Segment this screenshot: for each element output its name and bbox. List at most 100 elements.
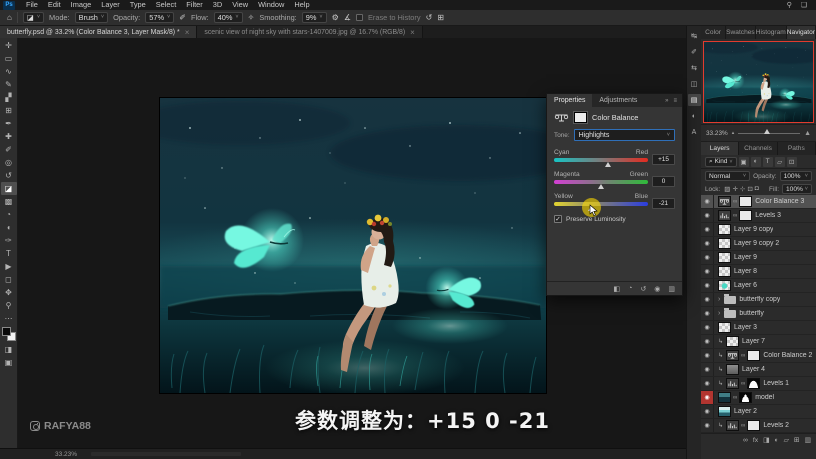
slider-value[interactable]: +15 <box>652 154 675 165</box>
color-swatches[interactable] <box>1 327 16 341</box>
panel-libraries-icon[interactable]: ◫ <box>688 78 701 90</box>
visibility-icon[interactable]: ◉ <box>701 251 714 264</box>
smoothing-gear-icon[interactable]: ⚙ <box>332 13 339 22</box>
tab-properties[interactable]: Properties <box>547 94 593 107</box>
crop-tool-icon[interactable]: ▞ <box>1 91 17 104</box>
new-adjustment-icon[interactable]: ◐ <box>775 437 779 444</box>
healing-brush-tool-icon[interactable]: ✚ <box>1 130 17 143</box>
airbrush-icon[interactable]: ✧ <box>248 13 255 22</box>
layer-mask-thumbnail[interactable] <box>739 210 753 221</box>
menu-type[interactable]: Type <box>125 0 151 10</box>
zoom-tool-icon[interactable]: ⚲ <box>1 299 17 312</box>
tab-adjustments[interactable]: Adjustments <box>592 94 644 107</box>
doc-tab-butterfly[interactable]: butterfly.psd @ 33.2% (Color Balance 3, … <box>0 26 198 38</box>
path-selection-tool-icon[interactable]: ▶ <box>1 260 17 273</box>
menu-select[interactable]: Select <box>151 0 182 10</box>
layer-thumbnail[interactable] <box>718 224 731 235</box>
clip-to-layer-icon[interactable]: ◧ <box>614 285 621 293</box>
eraser-tool-icon[interactable]: ◪ <box>0 182 17 195</box>
screen-mode-icon[interactable]: ▣ <box>1 356 17 369</box>
panel-clone-source-icon[interactable]: ⇆ <box>688 62 701 74</box>
zoom-level[interactable]: 33.23% <box>55 451 77 458</box>
lock-position-icon[interactable]: ⊹ <box>739 185 746 193</box>
blend-mode-select[interactable]: Normal ˅ <box>705 171 751 181</box>
foreground-color-swatch[interactable] <box>1 327 11 336</box>
add-mask-icon[interactable]: ◨ <box>763 436 769 444</box>
clone-stamp-tool-icon[interactable]: ◎ <box>1 156 17 169</box>
visibility-icon[interactable]: ◉ <box>654 285 660 293</box>
brush-tool-icon[interactable]: ✐ <box>1 143 17 156</box>
visibility-icon[interactable]: ◉ <box>701 335 714 348</box>
visibility-icon[interactable]: ◉ <box>701 223 714 236</box>
filter-pixel-icon[interactable]: ▣ <box>738 156 749 167</box>
panel-character-icon[interactable]: A <box>688 126 701 138</box>
close-icon[interactable]: × <box>185 28 190 37</box>
layer-row-layer-7[interactable]: ◉ ↳ Layer 7 <box>701 335 816 349</box>
layer-thumbnail[interactable] <box>726 364 740 375</box>
tab-layers[interactable]: Layers <box>701 142 740 155</box>
tab-color[interactable]: Color <box>701 26 727 39</box>
menu-3d[interactable]: 3D <box>208 0 227 10</box>
layer-row-color-balance-3[interactable]: ◉ ∞ Color Balance 3 <box>701 195 816 209</box>
layer-thumbnail[interactable] <box>718 392 731 403</box>
layer-thumbnail[interactable] <box>718 252 731 263</box>
slider-thumb[interactable] <box>587 206 594 211</box>
tool-preset-picker[interactable]: ◪ ˅ <box>22 12 45 23</box>
layer-thumbnail[interactable] <box>718 322 731 333</box>
move-tool-icon[interactable]: ✛ <box>1 39 17 52</box>
panel-brush-settings-icon[interactable]: ✐ <box>688 46 701 58</box>
type-tool-icon[interactable]: T <box>1 247 17 260</box>
layer-row-layer-2[interactable]: ◉ Layer 2 <box>701 405 816 419</box>
layer-thumbnail[interactable] <box>718 406 731 417</box>
layer-row-layer-4[interactable]: ◉ ↳ Layer 4 <box>701 363 816 377</box>
slider-value[interactable]: 0 <box>652 176 675 187</box>
reset-icon[interactable]: ↺ <box>640 285 646 293</box>
filter-smart-icon[interactable]: ⊡ <box>786 156 797 167</box>
preserve-luminosity-checkbox[interactable]: ✓ <box>554 215 562 223</box>
slider-track[interactable] <box>554 180 648 189</box>
link-layers-icon[interactable]: ∞ <box>743 437 748 444</box>
layer-row-butterfly-copy[interactable]: ◉ › butterfly copy <box>701 293 816 307</box>
slider-track[interactable] <box>554 198 648 217</box>
menu-file[interactable]: File <box>21 0 43 10</box>
doc-tab-night-sky[interactable]: scenic view of night sky with stars-1407… <box>197 26 423 38</box>
filter-shape-icon[interactable]: ▱ <box>774 156 785 167</box>
layer-opacity-select[interactable]: 100% ˅ <box>779 171 812 181</box>
tab-histogram[interactable]: Histogram <box>755 26 787 39</box>
panel-history-icon[interactable]: ↹ <box>688 30 701 42</box>
erase-to-history-checkbox[interactable] <box>355 14 363 21</box>
home-icon[interactable]: ⌂ <box>7 13 12 22</box>
layer-row-levels-2[interactable]: ◉ ↳ ∞ Levels 2 <box>701 419 816 433</box>
workspace-icon[interactable]: ❏ <box>801 1 807 9</box>
visibility-icon[interactable]: ◉ <box>701 237 714 250</box>
photoshop-logo[interactable]: Ps <box>3 0 15 10</box>
navigator-zoom-slider[interactable] <box>738 128 801 134</box>
brush-angle-icon[interactable]: ∡ <box>344 13 351 22</box>
flow-select[interactable]: 40% ˅ <box>213 12 243 23</box>
lock-transparent-icon[interactable]: ▨ <box>723 185 731 193</box>
visibility-icon[interactable]: ◉ <box>701 307 714 320</box>
group-arrow-icon[interactable]: › <box>718 310 720 317</box>
tab-navigator[interactable]: Navigator <box>786 26 816 39</box>
visibility-icon[interactable]: ◉ <box>701 377 714 390</box>
menu-layer[interactable]: Layer <box>96 0 125 10</box>
lock-pixels-icon[interactable]: ✛ <box>731 185 738 193</box>
visibility-icon[interactable]: ◉ <box>701 363 714 376</box>
slider-thumb[interactable] <box>597 184 604 189</box>
tab-paths[interactable]: Paths <box>777 142 816 155</box>
smoothing-select[interactable]: 9% ˅ <box>301 12 327 23</box>
history-brush-tool-icon[interactable]: ↺ <box>1 169 17 182</box>
frame-tool-icon[interactable]: ⊞ <box>1 104 17 117</box>
layer-thumbnail[interactable] <box>718 210 731 221</box>
mode-select[interactable]: Brush ˅ <box>74 12 109 23</box>
layer-thumbnail[interactable] <box>726 336 740 347</box>
layer-row-layer-8[interactable]: ◉ Layer 8 <box>701 265 816 279</box>
zoom-out-icon[interactable]: ▴ <box>732 130 735 136</box>
layer-thumbnail[interactable] <box>726 350 740 361</box>
layer-row-butterfly[interactable]: ◉ › butterfly <box>701 307 816 321</box>
layer-row-layer-9-copy[interactable]: ◉ Layer 9 copy <box>701 223 816 237</box>
quick-mask-icon[interactable]: ◨ <box>1 343 17 356</box>
marquee-tool-icon[interactable]: ▭ <box>1 52 17 65</box>
menu-image[interactable]: Image <box>66 0 97 10</box>
adjustment-mask-thumbnail[interactable] <box>573 111 588 124</box>
